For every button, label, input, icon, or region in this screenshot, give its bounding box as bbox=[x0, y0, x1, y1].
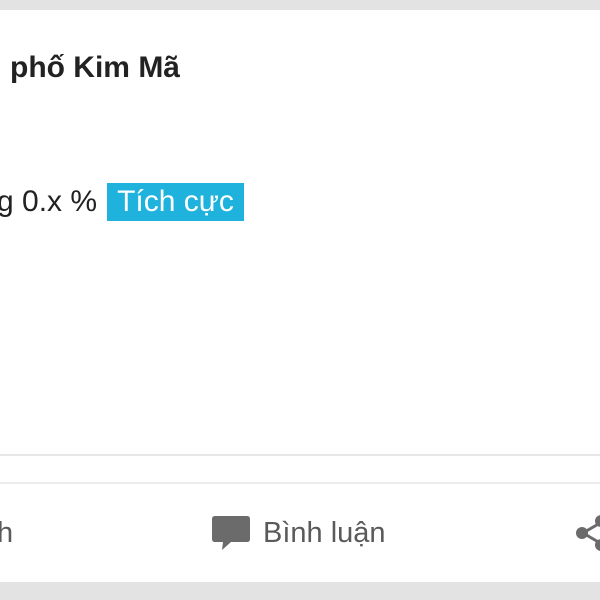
like-button-label: h bbox=[0, 516, 14, 549]
share-button[interactable] bbox=[574, 498, 600, 568]
content-divider bbox=[0, 454, 600, 456]
post-title: phố Kim Mã bbox=[10, 51, 180, 84]
post-card: phố Kim Mã g 0.x % Tích cực h Bình luận bbox=[0, 10, 600, 582]
post-content: g 0.x % Tích cực bbox=[0, 182, 244, 222]
action-bar: h Bình luận bbox=[0, 498, 600, 568]
comment-icon bbox=[211, 513, 251, 553]
action-bar-divider bbox=[0, 482, 600, 484]
like-button[interactable]: h bbox=[0, 498, 13, 568]
sentiment-tag[interactable]: Tích cực bbox=[107, 183, 244, 221]
share-icon bbox=[574, 513, 600, 553]
comment-button-label: Bình luận bbox=[263, 516, 386, 549]
comment-button[interactable]: Bình luận bbox=[211, 498, 386, 568]
post-content-text: g 0.x % bbox=[0, 185, 98, 218]
